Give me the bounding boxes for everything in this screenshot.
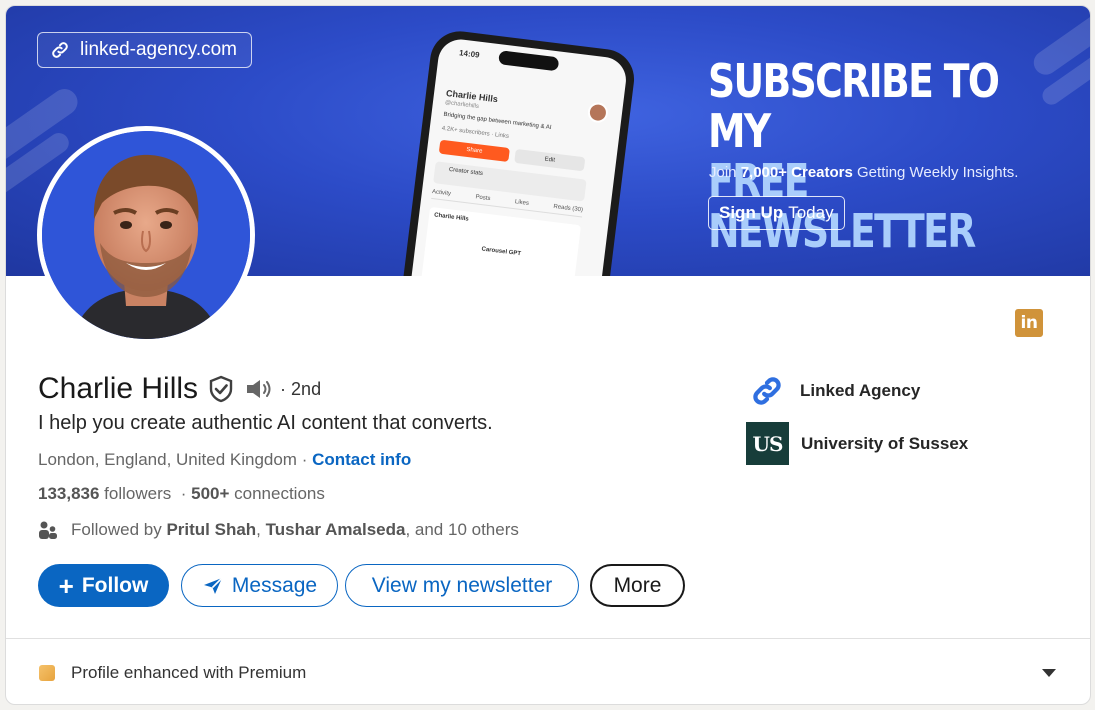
org-name: Linked Agency [800, 381, 921, 400]
connections-label[interactable]: connections [229, 484, 325, 503]
phone-tab: Posts [475, 194, 491, 203]
people-icon [39, 521, 57, 539]
banner-url-text: linked-agency.com [80, 39, 238, 60]
followers-label: followers [99, 484, 172, 503]
follow-button[interactable]: + Follow [38, 564, 169, 607]
org-name: University of Sussex [801, 433, 969, 453]
profile-location: London, England, United Kingdom · [38, 450, 313, 469]
phone-screen: 14:09 Charlie Hills @charliehills Bridgi… [407, 36, 629, 276]
banner-cta-rest: Today [788, 203, 834, 222]
profile-headline: I help you create authentic AI content t… [38, 412, 493, 434]
mutual-follower-2[interactable]: Tushar Amalseda [266, 520, 406, 540]
org-linked-agency[interactable]: Linked Agency [746, 371, 920, 411]
profile-avatar[interactable] [37, 126, 255, 344]
followers-count: 133,836 [38, 484, 100, 503]
send-icon [203, 576, 223, 594]
banner-subline: Join 7,000+ Creators Getting Weekly Insi… [709, 164, 1018, 181]
banner-subline-suffix: Getting Weekly Insights. [852, 164, 1019, 181]
message-button-label: Message [231, 573, 318, 597]
connections-count[interactable]: 500+ [191, 484, 229, 503]
section-divider [6, 638, 1090, 639]
profile-name: Charlie Hills [38, 372, 199, 405]
link-icon [753, 377, 781, 405]
mutual-separator: , [256, 520, 266, 539]
phone-tab: Likes [514, 199, 530, 207]
profile-photo [42, 131, 250, 339]
mutual-follower-1[interactable]: Pritul Shah [166, 520, 256, 540]
phone-post-title: Carousel GPT [481, 246, 522, 258]
connection-degree: · 2nd [280, 378, 322, 399]
phone-share-button: Share [438, 139, 510, 163]
more-button[interactable]: More [590, 564, 685, 607]
profile-location-row: London, England, United Kingdom · Contac… [38, 450, 411, 470]
profile-name-row: Charlie Hills · 2nd [38, 372, 321, 406]
phone-avatar [586, 101, 610, 124]
banner-url-pill: linked-agency.com [37, 32, 253, 68]
phone-dynamic-island [498, 50, 560, 72]
mutual-prefix: Followed by [71, 520, 167, 539]
profile-card: linked-agency.com 14:09 Charlie Hills @c… [5, 5, 1091, 705]
premium-icon [39, 665, 55, 681]
contact-info-link[interactable]: Contact info [312, 450, 411, 469]
message-button[interactable]: Message [181, 564, 338, 607]
speaker-icon[interactable] [244, 377, 274, 401]
plus-icon: + [58, 570, 74, 601]
mutual-suffix: , and 10 others [405, 520, 519, 539]
phone-edit-button: Edit [514, 148, 586, 172]
chevron-down-icon[interactable] [1042, 669, 1056, 677]
profile-stats-row: 133,836 followers · 500+ connections [38, 484, 325, 504]
linkedin-premium-badge[interactable]: in [1015, 309, 1043, 337]
premium-label: Profile enhanced with Premium [71, 663, 307, 682]
phone-tab: Reads (30) [553, 203, 584, 214]
verified-shield-icon[interactable] [208, 375, 234, 403]
phone-subscribers: 4.2K+ subscribers · Links [441, 125, 510, 140]
org-logo [746, 371, 788, 411]
banner-subline-bold: 7,000+ Creators [740, 164, 853, 181]
phone-post-author: Charlie Hills [433, 212, 469, 223]
link-icon [52, 42, 68, 58]
follow-button-label: Follow [81, 573, 149, 597]
phone-post: Charlie Hills Carousel GPT [420, 206, 582, 276]
view-newsletter-button[interactable]: View my newsletter [345, 564, 579, 607]
banner-subline-prefix: Join [709, 164, 741, 181]
org-university-of-sussex[interactable]: US University of Sussex [746, 422, 968, 465]
banner-signup-cta: Sign Up Today [708, 196, 845, 230]
mutual-followers-row[interactable]: Followed by Pritul Shah, Tushar Amalseda… [38, 520, 519, 540]
phone-tab: Activity [431, 189, 452, 198]
org-logo: US [746, 422, 789, 465]
premium-enhanced-row[interactable]: Profile enhanced with Premium [39, 663, 306, 683]
banner-headline-line1: SUBSCRIBE TO MY [708, 54, 1000, 158]
phone-mockup: 14:09 Charlie Hills @charliehills Bridgi… [398, 28, 638, 276]
stats-separator: · [171, 484, 192, 503]
phone-time: 14:09 [458, 48, 481, 60]
banner-cta-bold: Sign Up [719, 203, 784, 222]
